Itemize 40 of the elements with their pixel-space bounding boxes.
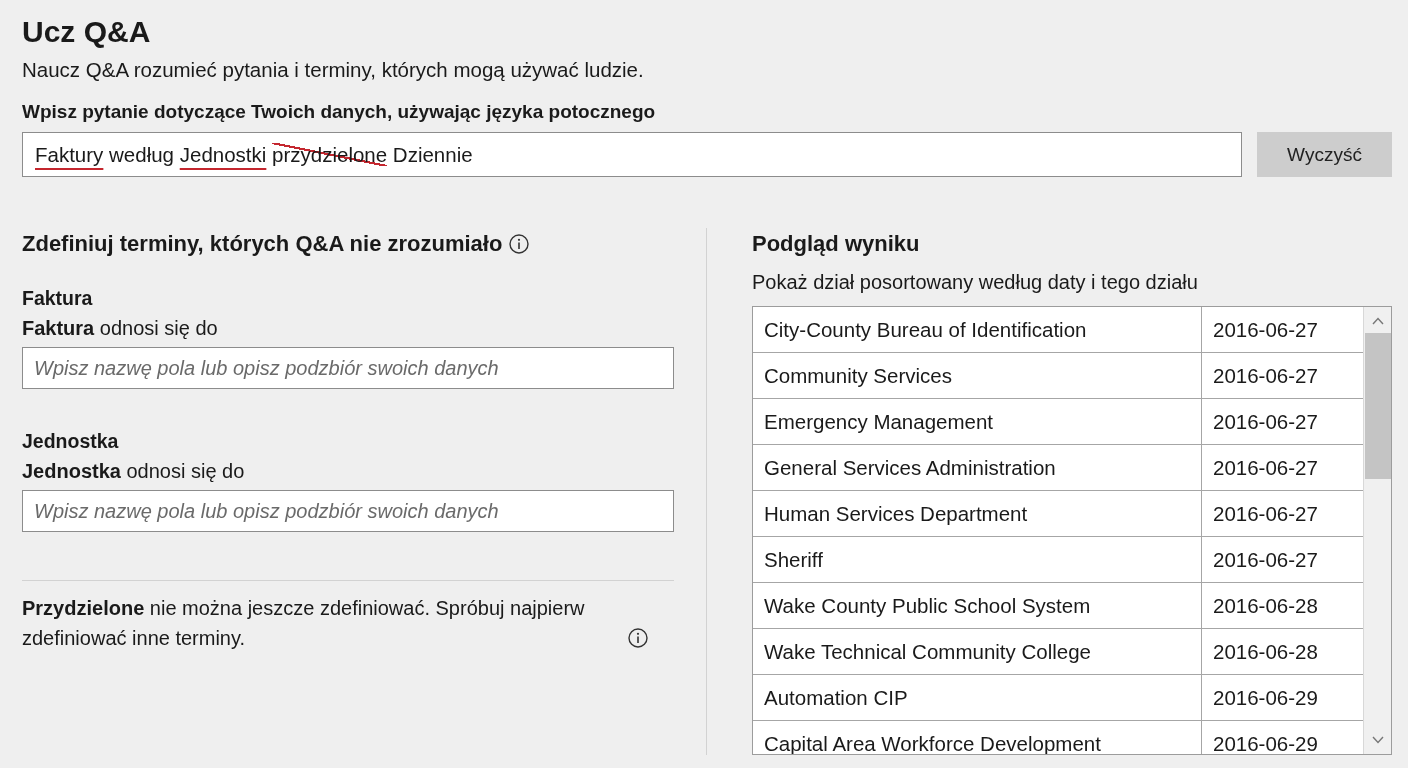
table-cell: Community Services [753,353,1202,398]
table-cell-text: 2016-06-27 [1212,500,1319,527]
term-input[interactable]: Wpisz nazwę pola lub opisz podzbiór swoich danych [22,347,674,389]
table-cell: Emergency Management [753,399,1202,444]
page-title: Ucz Q&A [22,14,151,50]
table-cell: Wake County Public School System [753,583,1202,628]
table-cell-text: 2016-06-27 [1212,454,1319,481]
chevron-up-icon[interactable] [1371,317,1384,325]
preview-description: Pokaż dział posortowany według daty i tego działu [752,270,1198,294]
section-heading: Podgląd wyniku [752,230,920,258]
term-input[interactable]: Wpisz nazwę pola lub opisz podzbiór swoich danych [22,490,674,532]
table-cell-text: 2016-06-27 [1212,408,1319,435]
table-cell-text: 2016-06-29 [1212,730,1319,754]
question-label: Wpisz pytanie dotyczące Twoich danych, używając języka potocznego [22,100,656,124]
table-cell: City-County Bureau of Identification [753,307,1202,352]
table-cell-text: 2016-06-27 [1212,362,1319,389]
page-subtitle: Naucz Q&A rozumieć pytania i terminy, których mogą używać ludzie. [22,58,644,82]
table-cell-text: 2016-06-28 [1212,638,1319,665]
term-title: Jednostka [22,429,119,454]
table-cell: Wake Technical Community College [753,629,1202,674]
table-cell-text: 2016-06-29 [1212,684,1319,711]
scrollbar[interactable] [1363,307,1391,754]
chevron-down-icon[interactable] [1371,736,1384,744]
scroll-thumb[interactable] [1364,333,1391,479]
undefinable-term-note: Przydzielone nie można jeszcze zdefiniować. Spróbuj najpierw zdefiniować inne terminy. [22,596,586,651]
info-icon[interactable] [628,628,648,648]
section-heading: Zdefiniuj terminy, których Q&A nie zrozumiało [22,230,503,258]
table-cell: Automation CIP [753,675,1202,720]
clear-button[interactable]: Wyczyść [1257,132,1392,177]
table-cell: General Services Administration [753,445,1202,490]
term-prompt: Jednostka odnosi się do [22,459,245,484]
term-prompt: Faktura odnosi się do [22,316,218,341]
info-icon[interactable] [509,234,530,254]
table-cell: Sheriff [753,537,1202,582]
table-cell-text: 2016-06-27 [1212,546,1319,573]
table-cell: Human Services Department [753,491,1202,536]
table-cell-text: 2016-06-28 [1212,592,1319,619]
term-title: Faktura [22,286,93,311]
table-cell-text: 2016-06-27 [1212,316,1319,343]
table-cell: Capital Area Workforce Development [753,721,1202,754]
